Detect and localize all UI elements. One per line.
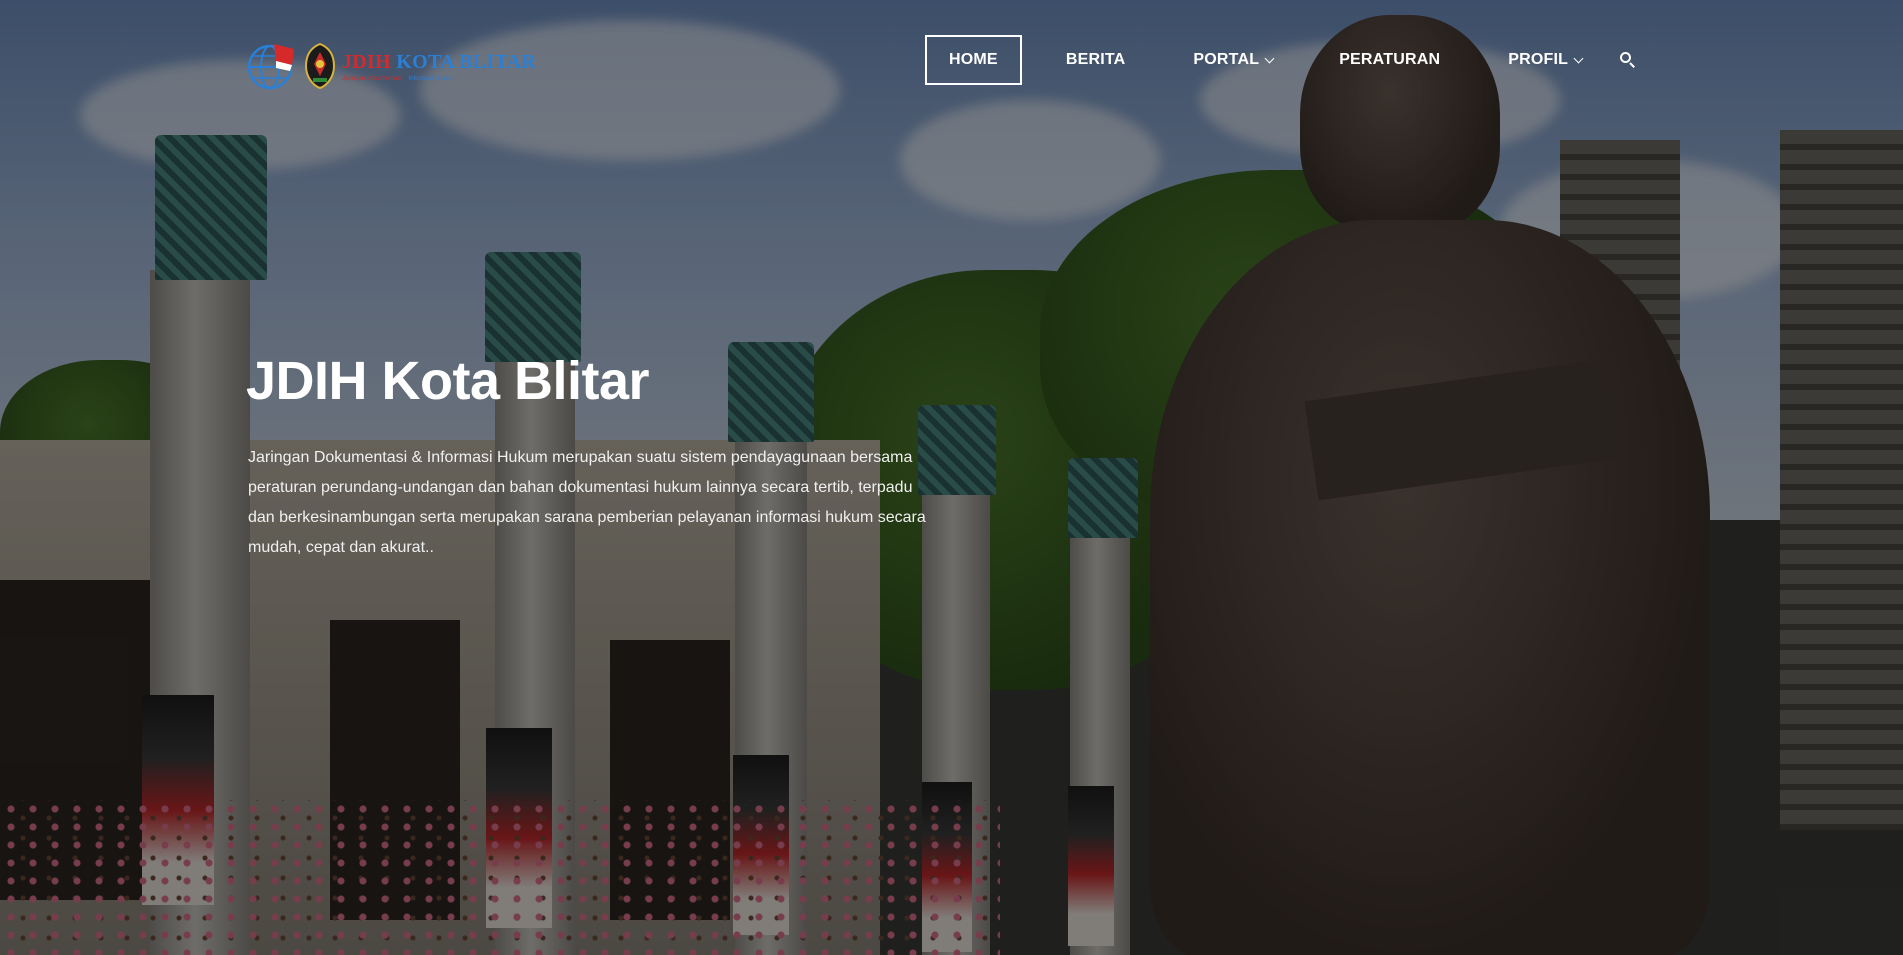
nav-item-berita[interactable]: BERITA [1066, 51, 1126, 69]
nav-item-label: PERATURAN [1339, 51, 1441, 68]
globe-logo-icon [246, 41, 298, 91]
nav-item-label: BERITA [1065, 51, 1126, 68]
search-icon[interactable] [1620, 52, 1636, 68]
nav-item-profil[interactable]: PROFIL [1508, 51, 1584, 69]
logo-title-part1: JDIH [342, 50, 391, 73]
nav-item-home[interactable]: HOME [925, 35, 1022, 85]
chevron-down-icon [1573, 53, 1584, 63]
nav-item-peraturan[interactable]: PERATURAN [1339, 51, 1440, 69]
nav-item-portal[interactable]: PORTAL [1193, 51, 1275, 69]
nav-item-label: PORTAL [1193, 51, 1260, 68]
hero-title: JDIH Kota Blitar [246, 351, 650, 411]
main-nav: HOME BERITA PORTAL PERATURAN PROFIL [925, 35, 1636, 85]
nav-item-label: PROFIL [1508, 51, 1569, 68]
logo-subtitle-part2: Informasi Hukum [408, 75, 454, 82]
hero-description: Jaringan Dokumentasi & Informasi Hukum m… [248, 449, 926, 556]
logo-title: JDIH KOTA BLITAR [342, 51, 536, 74]
logo-subtitle: Jaringan Dokumentasi Informasi Hukum [342, 76, 536, 82]
logo-title-part2: KOTA BLITAR [396, 50, 537, 73]
site-logo[interactable]: JDIH KOTA BLITAR Jaringan Dokumentasi In… [246, 40, 536, 92]
logo-subtitle-part1: Jaringan Dokumentasi [342, 75, 402, 82]
chevron-down-icon [1264, 53, 1275, 63]
city-seal-icon [304, 42, 336, 90]
nav-item-label: HOME [949, 51, 998, 68]
